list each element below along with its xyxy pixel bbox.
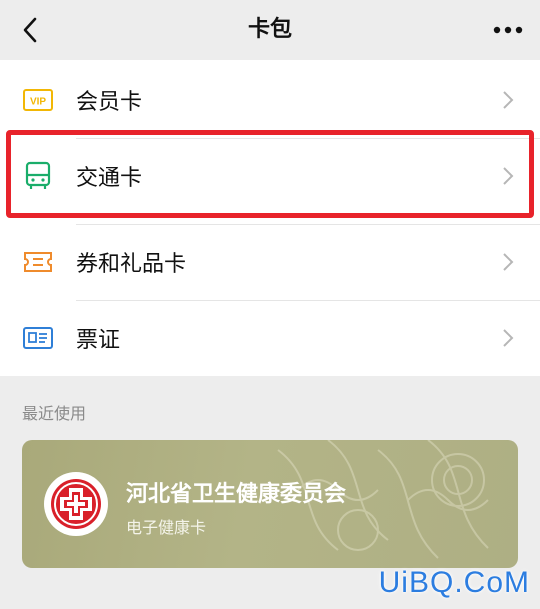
site-watermark: UiBQ.CoM	[378, 566, 530, 599]
nav-bar: 卡包	[0, 0, 540, 60]
list-item-tickets-ids[interactable]: 票证	[0, 300, 540, 376]
vip-card-icon: VIP	[22, 84, 54, 116]
list-item-membership-card[interactable]: VIP 会员卡	[0, 62, 540, 138]
health-card[interactable]: 河北省卫生健康委员会 电子健康卡	[22, 440, 518, 568]
chevron-right-icon	[500, 326, 516, 350]
chevron-left-icon	[23, 17, 37, 43]
list-item-transit-card[interactable]: 交通卡	[0, 138, 540, 214]
card-category-list: VIP 会员卡 交通卡 券和礼品卡 票证	[0, 60, 540, 376]
list-item-label: 交通卡	[76, 166, 143, 191]
page-title: 卡包	[247, 17, 292, 42]
vip-icon-text: VIP	[30, 97, 46, 108]
id-card-icon	[22, 322, 54, 354]
back-button[interactable]	[12, 12, 48, 48]
chevron-right-icon	[500, 250, 516, 274]
list-item-coupons-gift-cards[interactable]: 券和礼品卡	[0, 224, 540, 300]
section-title-recent: 最近使用	[22, 404, 87, 423]
list-item-label: 会员卡	[76, 90, 143, 115]
card-type-label: 电子健康卡	[126, 518, 207, 537]
card-issuer-name: 河北省卫生健康委员会	[126, 482, 347, 507]
health-commission-logo	[44, 472, 108, 536]
chevron-right-icon	[500, 88, 516, 112]
bus-icon	[22, 160, 54, 192]
chevron-right-icon	[500, 164, 516, 188]
more-dots-icon	[493, 26, 523, 34]
ticket-icon	[22, 246, 54, 278]
list-item-label: 券和礼品卡	[76, 252, 187, 277]
list-item-label: 票证	[76, 328, 121, 353]
more-button[interactable]	[488, 12, 528, 48]
